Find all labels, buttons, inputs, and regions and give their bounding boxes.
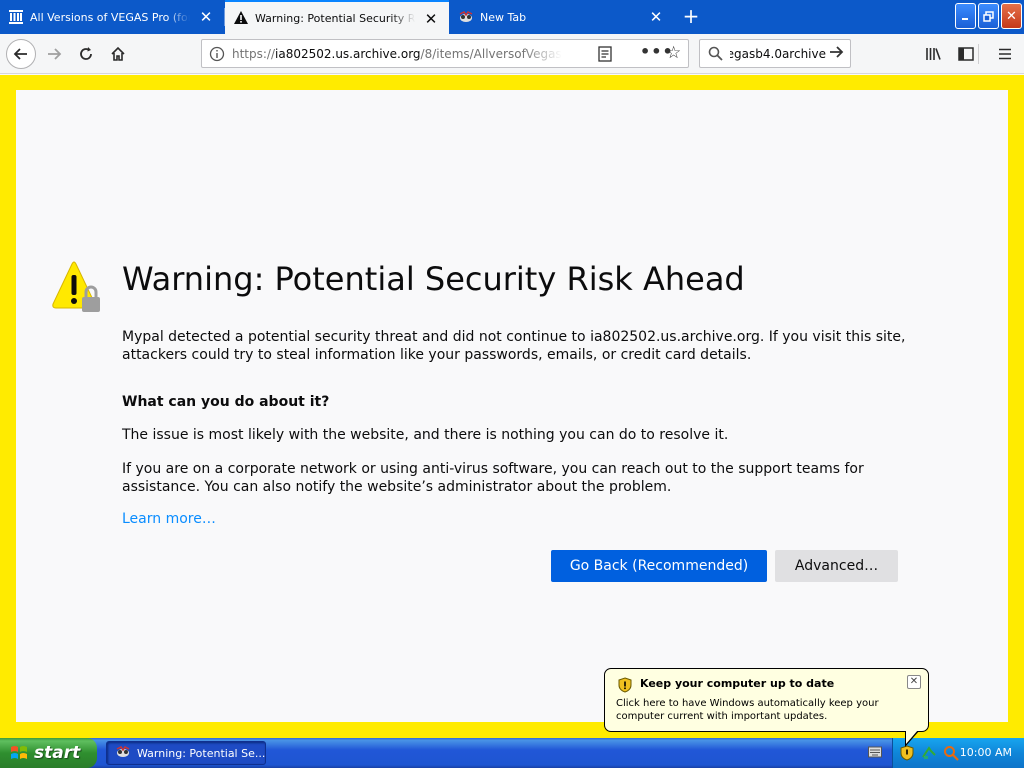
advanced-button[interactable]: Advanced… xyxy=(775,550,898,582)
search-bar[interactable]: egasb4.0archive xyxy=(699,39,851,68)
home-button[interactable] xyxy=(104,40,132,68)
menu-button[interactable] xyxy=(991,40,1019,68)
mypal-icon xyxy=(115,744,131,763)
tab-close-icon[interactable]: ✕ xyxy=(198,9,214,25)
balloon-title: Keep your computer up to date xyxy=(640,677,835,690)
search-go-arrow-icon[interactable] xyxy=(828,44,844,64)
search-tray-icon[interactable] xyxy=(943,745,959,761)
go-back-button[interactable]: Go Back (Recommended) xyxy=(551,550,767,582)
balloon-tail-fill xyxy=(906,730,918,744)
mypal-icon xyxy=(458,9,474,25)
tab-title: Warning: Potential Security Risk Ahead xyxy=(255,11,415,25)
search-input[interactable]: egasb4.0archive xyxy=(730,47,826,61)
tab-vegas-archive[interactable]: All Versions of VEGAS Pro (formerly ✕ xyxy=(0,1,224,33)
clock: 10:00 AM xyxy=(959,746,1012,759)
nav-toolbar: https://ia802502.us.archive.org/8/items/… xyxy=(0,34,1024,74)
forward-button[interactable] xyxy=(40,40,68,68)
new-tab-plus-icon[interactable]: + xyxy=(680,6,702,28)
sidebar-toggle-button[interactable] xyxy=(952,40,980,68)
close-window-button[interactable]: ✕ xyxy=(1001,3,1022,29)
hamburger-menu-icon xyxy=(999,48,1011,60)
start-button[interactable]: start xyxy=(0,738,97,768)
balloon-close-icon[interactable]: ✕ xyxy=(907,675,921,689)
url-path: /8/items/AllversofVegasP xyxy=(420,46,562,61)
tab-close-icon[interactable]: ✕ xyxy=(423,11,439,27)
minimize-button[interactable] xyxy=(955,3,976,29)
sidebar-icon xyxy=(958,47,974,61)
learn-more-link[interactable]: Learn more… xyxy=(122,511,216,527)
page-title: Warning: Potential Security Risk Ahead xyxy=(122,260,745,298)
url-bar[interactable]: https://ia802502.us.archive.org/8/items/… xyxy=(201,39,689,68)
intro-text: Mypal detected a potential security thre… xyxy=(122,329,906,363)
taskbar-task-browser[interactable]: Warning: Potential Se... xyxy=(106,741,266,765)
search-icon xyxy=(700,46,730,61)
arrow-left-icon xyxy=(13,48,27,60)
update-balloon-tip[interactable]: Keep your computer up to date ✕ Click he… xyxy=(604,668,929,747)
tab-title: All Versions of VEGAS Pro (formerly xyxy=(30,10,190,24)
section-heading: What can you do about it? xyxy=(122,394,330,410)
arrow-right-icon xyxy=(48,48,62,60)
url-host: ia802502.us.archive.org xyxy=(275,46,421,61)
tab-title: New Tab xyxy=(480,10,527,24)
reload-button[interactable] xyxy=(72,40,100,68)
windows-logo-icon xyxy=(11,746,27,759)
library-button[interactable] xyxy=(920,40,948,68)
reload-icon xyxy=(80,47,92,60)
task-label: Warning: Potential Se... xyxy=(137,746,266,760)
window-controls: ✕ xyxy=(955,3,1022,29)
security-shield-tray-icon[interactable] xyxy=(899,745,915,761)
bookmark-star-icon[interactable]: ☆ xyxy=(666,43,681,63)
library-icon xyxy=(926,48,941,60)
tab-strip: All Versions of VEGAS Pro (formerly ✕ Wa… xyxy=(0,0,1024,34)
tab-close-icon[interactable]: ✕ xyxy=(648,9,664,25)
taskbar: start Warning: Potential Se... 10:00 AM xyxy=(0,738,1024,768)
restore-button[interactable] xyxy=(978,3,999,29)
network-tray-icon[interactable] xyxy=(921,745,937,761)
reader-view-icon[interactable] xyxy=(598,46,612,65)
tab-security-warning[interactable]: Warning: Potential Security Risk Ahead ✕ xyxy=(225,0,449,34)
advice-text: If you are on a corporate network or usi… xyxy=(122,461,864,495)
url-text[interactable]: https://ia802502.us.archive.org/8/items/… xyxy=(232,47,562,61)
info-icon[interactable] xyxy=(202,46,232,62)
archive-icon xyxy=(8,9,24,25)
start-label: start xyxy=(34,743,81,763)
explanation-text: The issue is most likely with the websit… xyxy=(122,427,729,443)
balloon-text: Click here to have Windows automatically… xyxy=(616,698,879,722)
security-shield-icon xyxy=(617,677,633,696)
toolbar-separator xyxy=(978,44,979,64)
home-icon xyxy=(111,46,125,61)
warning-lock-icon xyxy=(48,260,118,320)
url-scheme: https:// xyxy=(232,46,276,61)
warning-icon xyxy=(233,10,249,26)
back-button[interactable] xyxy=(6,39,36,69)
keyboard-icon[interactable] xyxy=(868,746,882,758)
page-content: Warning: Potential Security Risk Ahead M… xyxy=(0,75,1024,738)
tab-new-tab[interactable]: New Tab ✕ xyxy=(450,1,674,33)
